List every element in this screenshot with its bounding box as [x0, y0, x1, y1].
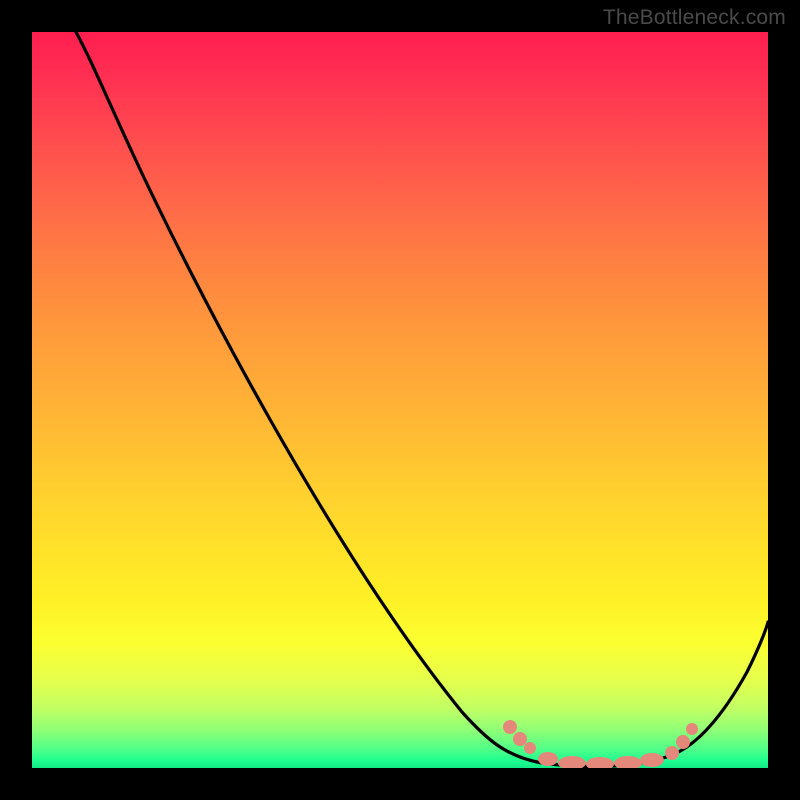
chart-svg	[32, 32, 768, 768]
chart-frame: TheBottleneck.com	[0, 0, 800, 800]
plot-area	[32, 32, 768, 768]
bottleneck-curve-line	[76, 32, 768, 767]
watermark-text: TheBottleneck.com	[603, 6, 786, 30]
